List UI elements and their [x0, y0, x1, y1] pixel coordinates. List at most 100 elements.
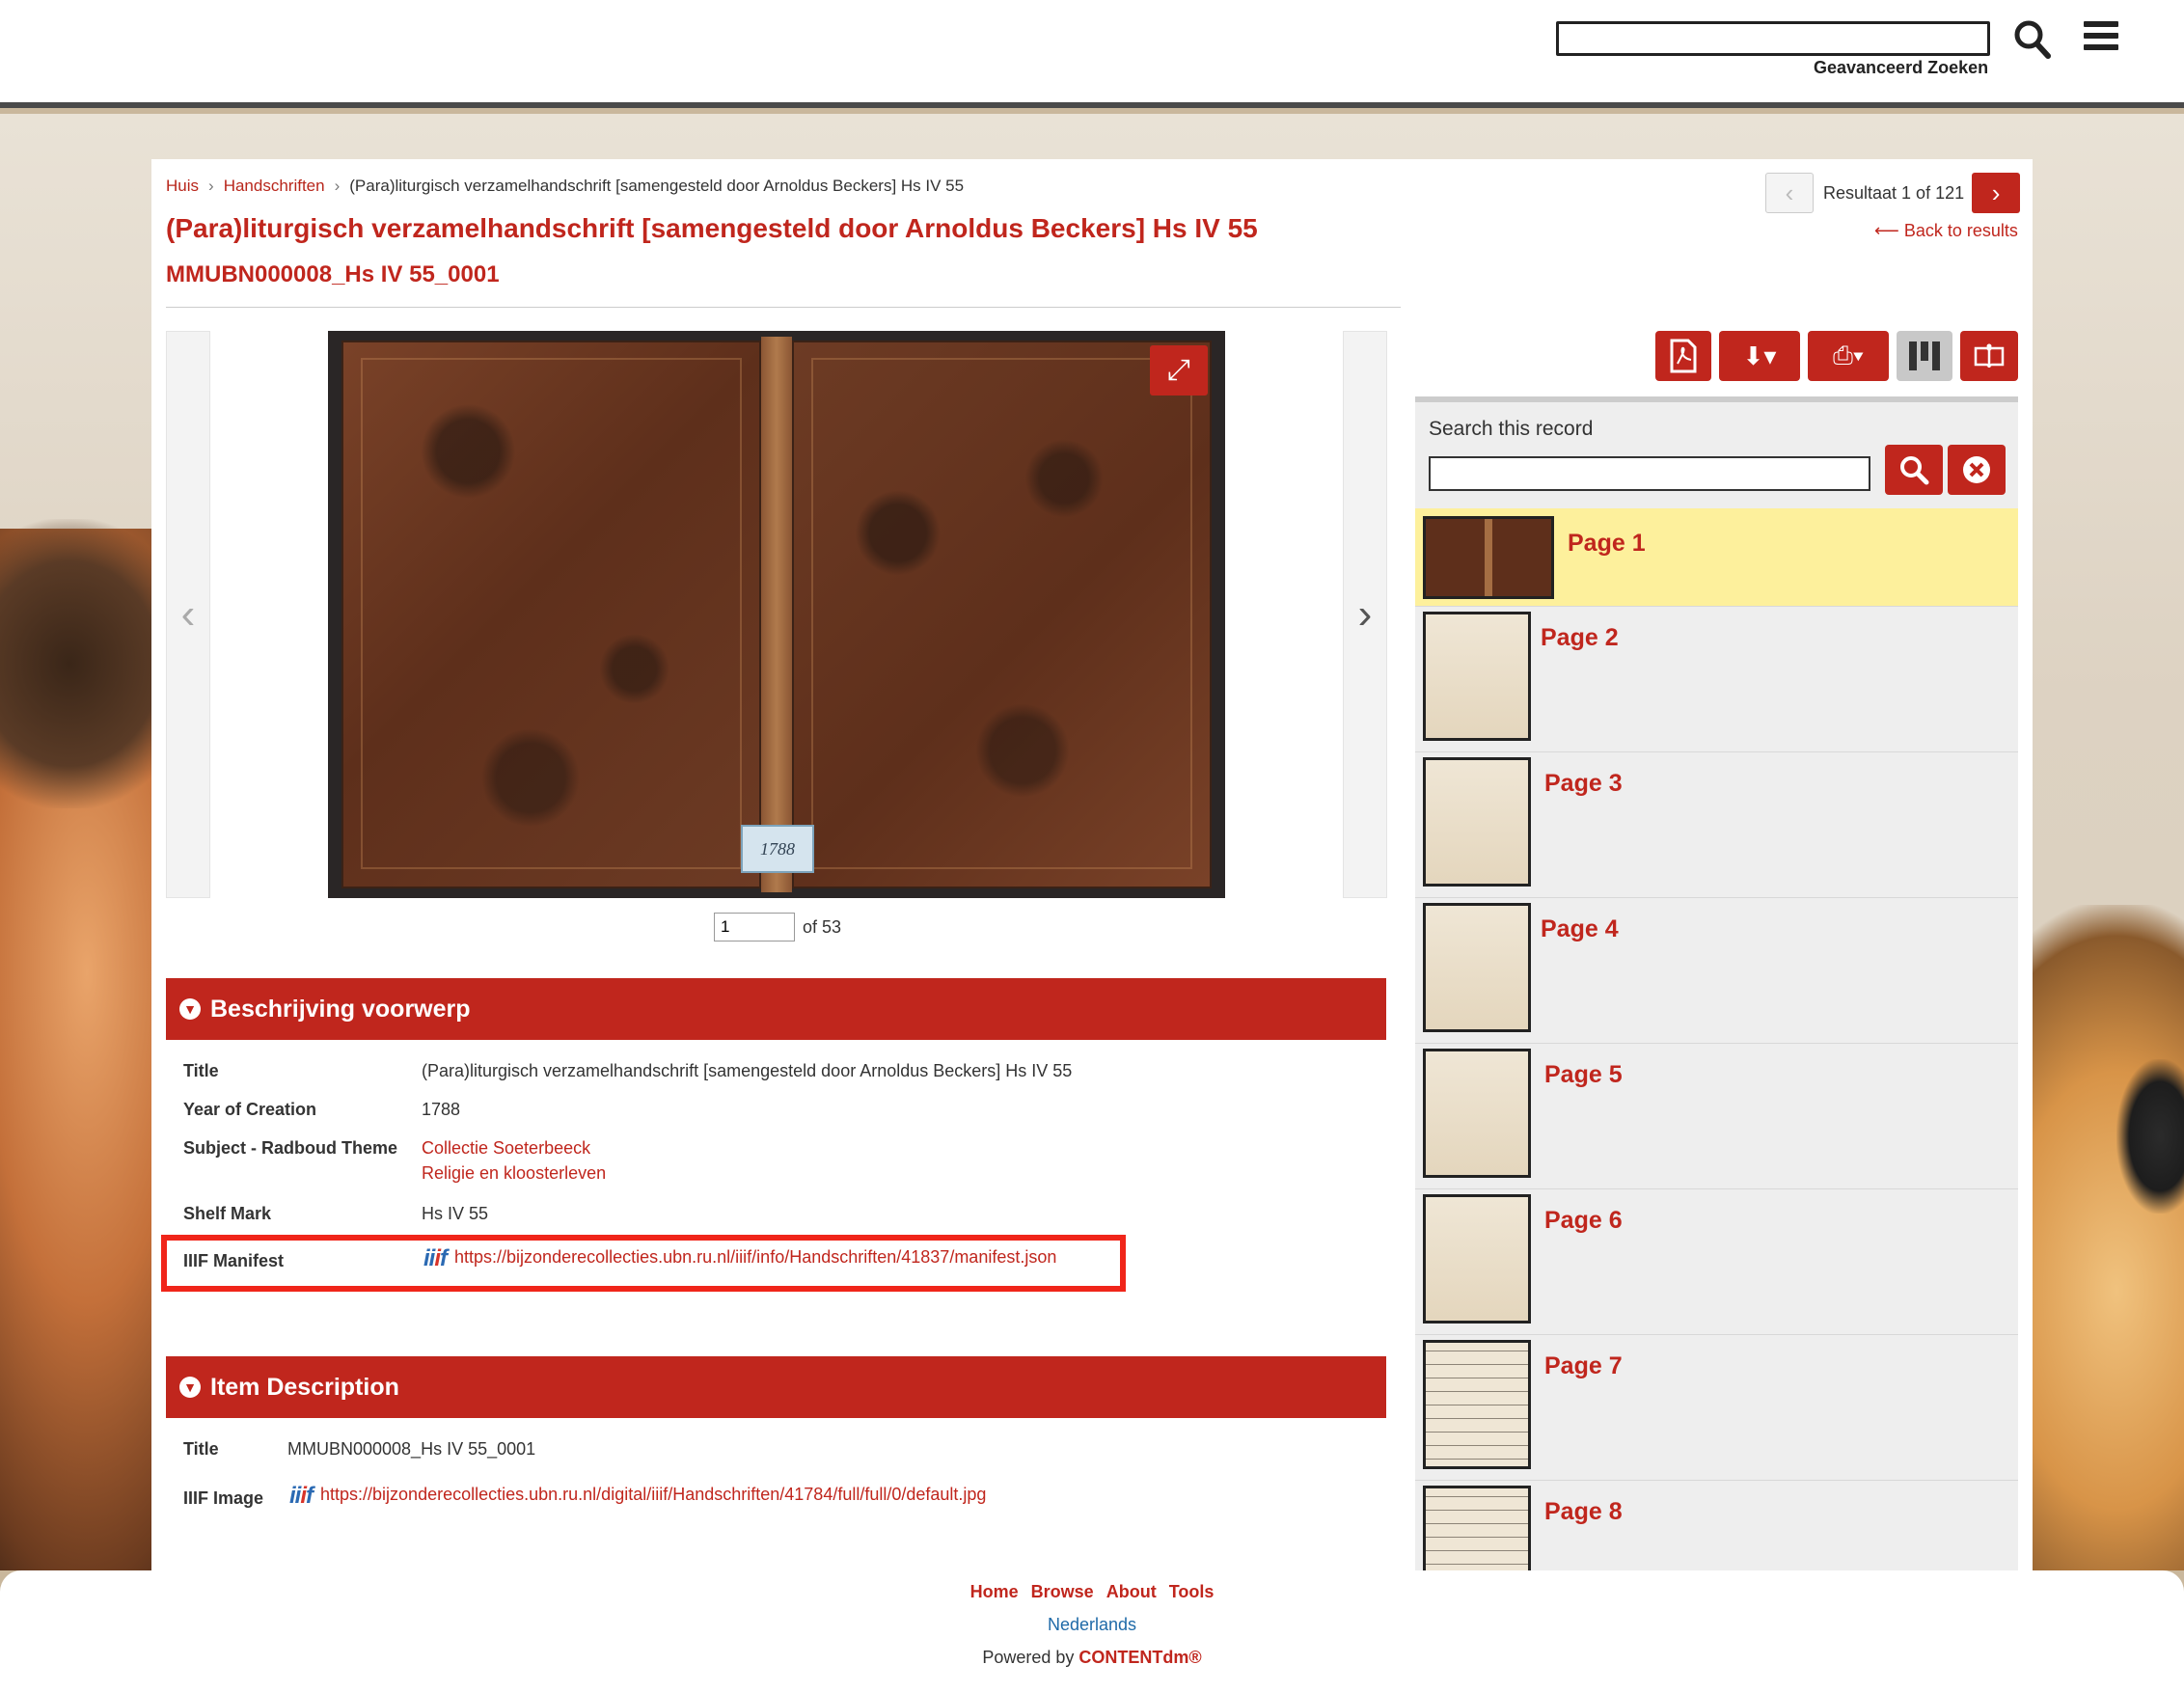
page-thumbnail: [1423, 1486, 1531, 1572]
pdf-icon: [1670, 339, 1697, 373]
item-card: Huis › Handschriften › (Para)liturgisch verz…: [151, 159, 2033, 1572]
viewer-previous-button[interactable]: ‹: [166, 331, 210, 898]
grid-view-button[interactable]: [1897, 331, 1952, 381]
book-spine: [761, 337, 792, 892]
back-to-results-link[interactable]: ⟵ Back to results: [1874, 221, 2018, 241]
breadcrumb: Huis › Handschriften › (Para)liturgisch verz…: [166, 177, 965, 195]
menu-icon[interactable]: [2084, 21, 2118, 54]
result-count: Resultaat 1 of 121: [1823, 182, 1965, 203]
record-search-input[interactable]: [1429, 456, 1870, 491]
page-label: Page 6: [1544, 1207, 1623, 1234]
field-value-subject-2: Religie en kloosterleven: [422, 1163, 606, 1184]
item-description-section-header[interactable]: ▼ Item Description: [166, 1356, 1386, 1418]
result-pager: ‹ Resultaat 1 of 121 ›: [1765, 173, 2021, 213]
field-label-shelf: Shelf Mark: [183, 1204, 272, 1223]
field-label-title: Title: [183, 1061, 219, 1080]
print-icon: ⎙▾: [1833, 341, 1864, 369]
subject-link-religie[interactable]: Religie en kloosterleven: [422, 1163, 606, 1183]
record-search-clear-button[interactable]: [1948, 445, 2006, 495]
search-icon: [1900, 456, 1929, 485]
item-field-value-iiif-image: iiif https://bijzonderecollecties.ubn.ru.…: [289, 1483, 986, 1510]
page-list-item[interactable]: Page 7: [1415, 1335, 2018, 1481]
search-icon[interactable]: [2013, 19, 2052, 60]
chevron-left-icon: ‹: [1785, 177, 1794, 207]
page-label: Page 5: [1544, 1061, 1623, 1088]
page-thumbnail: [1423, 757, 1531, 887]
page-thumbnail: [1423, 903, 1531, 1032]
iiif-logo: iiif: [423, 1245, 448, 1271]
print-button[interactable]: ⎙▾: [1808, 331, 1889, 381]
page-navigator: of 53: [714, 913, 841, 942]
breadcrumb-home[interactable]: Huis: [166, 177, 199, 195]
page-thumbnail: [1423, 516, 1554, 599]
divider: [166, 307, 1401, 308]
description-section-header[interactable]: ▼ Beschrijving voorwerp: [166, 978, 1386, 1040]
page-thumbnail: [1423, 1194, 1531, 1324]
butterfly-wing-right: [2030, 905, 2184, 1570]
chevron-down-icon: ▼: [179, 1377, 201, 1398]
cover-frame-left: [361, 358, 742, 869]
page-list-item[interactable]: Page 8: [1415, 1481, 2018, 1572]
page-number-input[interactable]: [714, 913, 795, 942]
field-label-iiif-manifest: IIIF Manifest: [183, 1251, 285, 1270]
fullscreen-icon: ⤢: [1167, 354, 1190, 386]
page-total: of 53: [803, 916, 842, 937]
subject-link-soeterbeeck[interactable]: Collectie Soeterbeeck: [422, 1138, 590, 1158]
next-result-button[interactable]: ›: [1972, 173, 2021, 213]
page-image-viewer[interactable]: 1788: [328, 331, 1225, 898]
pdf-button[interactable]: [1655, 331, 1711, 381]
field-value-subject: Collectie Soeterbeeck: [422, 1138, 590, 1159]
record-search-button[interactable]: [1885, 445, 1943, 495]
page-thumbnail: [1423, 612, 1531, 741]
page-list: Page 1 Page 2 Page 3 Page 4 Page 5 Page …: [1415, 508, 2018, 1572]
chevron-left-icon: ‹: [180, 590, 196, 638]
page-list-item[interactable]: Page 2: [1415, 607, 2018, 752]
arrow-left-icon: ⟵: [1874, 221, 1904, 240]
site-header: Geavanceerd Zoeken: [0, 0, 2184, 108]
footer-tools-link[interactable]: Tools: [1169, 1582, 1215, 1601]
iiif-logo: iiif: [289, 1483, 314, 1509]
item-field-label-title: Title: [183, 1439, 219, 1459]
site-search-input[interactable]: [1556, 21, 1990, 56]
record-panel: Search this record Page 1 Page 2 Page 3: [1415, 396, 2018, 1572]
item-field-value-title: MMUBN000008_Hs IV 55_0001: [287, 1439, 536, 1459]
page-list-item[interactable]: Page 3: [1415, 752, 2018, 898]
previous-result-button[interactable]: ‹: [1765, 173, 1814, 213]
page-list-item[interactable]: Page 1: [1415, 508, 2018, 607]
breadcrumb-collection[interactable]: Handschriften: [224, 177, 325, 195]
field-value-iiif-manifest: iiif https://bijzonderecollecties.ubn.ru.…: [423, 1245, 1056, 1272]
cover-frame-right: [811, 358, 1192, 869]
page-label: Page 7: [1544, 1352, 1623, 1379]
item-field-label-iiif-image: IIIF Image: [183, 1488, 264, 1508]
footer-about-link[interactable]: About: [1106, 1582, 1157, 1601]
page-title: (Para)liturgisch verzamelhandschrift [sa…: [166, 213, 1258, 243]
page-list-item[interactable]: Page 4: [1415, 898, 2018, 1044]
footer-browse-link[interactable]: Browse: [1031, 1582, 1094, 1601]
page-label: Page 3: [1544, 770, 1623, 797]
footer-home-link[interactable]: Home: [970, 1582, 1019, 1601]
iiif-manifest-link[interactable]: https://bijzonderecollecties.ubn.ru.nl/i…: [454, 1247, 1056, 1267]
page-thumbnail: [1423, 1340, 1531, 1469]
page-label: Page 1: [1568, 530, 1646, 557]
advanced-search-link[interactable]: Geavanceerd Zoeken: [1814, 58, 1988, 78]
field-value-shelf: Hs IV 55: [422, 1204, 489, 1223]
book-icon: [1974, 343, 2005, 368]
fullscreen-button[interactable]: ⤢: [1150, 345, 1208, 396]
reader-view-button[interactable]: [1960, 331, 2018, 381]
viewer-next-button[interactable]: ›: [1343, 331, 1387, 898]
spine-label: 1788: [741, 825, 814, 873]
language-switch-link[interactable]: Nederlands: [0, 1615, 2184, 1635]
page-label: Page 2: [1541, 624, 1619, 651]
record-search-label: Search this record: [1429, 418, 1594, 440]
page-thumbnail: [1423, 1049, 1531, 1178]
field-value-title: (Para)liturgisch verzamelhandschrift [sa…: [422, 1061, 1073, 1080]
download-button[interactable]: ⬇▾: [1719, 331, 1800, 381]
contentdm-link[interactable]: CONTENTdm®: [1078, 1648, 1201, 1667]
iiif-image-link[interactable]: https://bijzonderecollecties.ubn.ru.nl/d…: [320, 1485, 986, 1504]
breadcrumb-current: (Para)liturgisch verzamelhandschrift [sa…: [349, 177, 965, 195]
chevron-right-icon: ›: [1357, 590, 1373, 638]
page-list-item[interactable]: Page 5: [1415, 1044, 2018, 1189]
butterfly-body-right: [2116, 1059, 2184, 1214]
page-subtitle: MMUBN000008_Hs IV 55_0001: [166, 261, 500, 287]
page-list-item[interactable]: Page 6: [1415, 1189, 2018, 1335]
